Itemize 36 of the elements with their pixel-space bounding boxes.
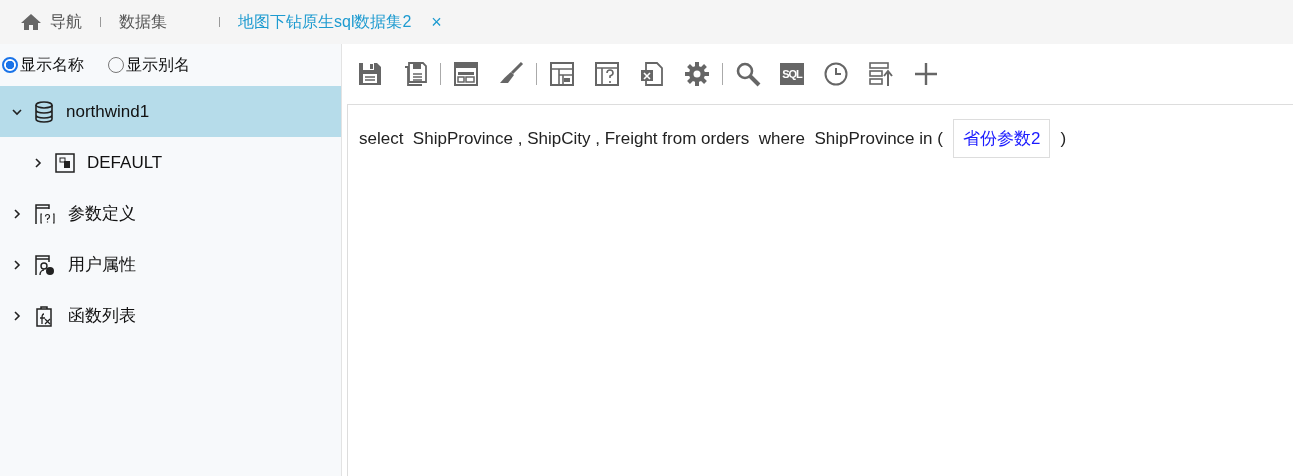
parameter-tag[interactable]: 省份参数2 [952,119,1051,158]
radio-label[interactable]: 显示名称 [20,54,84,76]
table-icon[interactable] [549,61,575,87]
radio-label[interactable]: 显示别名 [126,54,190,76]
settings-icon[interactable] [684,61,710,87]
sql-button[interactable]: SQL [780,63,804,85]
add-icon[interactable] [913,61,939,87]
home-tab[interactable]: 导航 [50,11,82,33]
parameter-icon [34,202,56,225]
stack-icon[interactable] [868,61,894,87]
chevron-right-icon[interactable] [33,157,43,168]
clock-icon[interactable] [823,61,849,87]
grid-icon [55,152,75,173]
chevron-right-icon[interactable] [12,208,22,219]
tree-item-label[interactable]: northwind1 [66,101,150,122]
excel-icon[interactable] [639,61,665,87]
tree-item[interactable]: northwind1 [0,86,341,137]
tree-item-label[interactable]: 用户属性 [68,253,136,276]
layout-icon[interactable] [453,61,479,87]
save-icon[interactable] [357,61,383,87]
home-icon [20,13,42,31]
radio-button[interactable] [2,57,18,73]
sql-text: select ShipProvince , ShipCity , Freight from orders where ShipProvince in ( [359,128,943,149]
tab[interactable]: 数据集 [119,11,167,33]
parameter-icon[interactable] [594,61,620,87]
tree-item-label[interactable]: DEFAULT [87,152,163,173]
database-icon [34,100,54,123]
sql-text: ) [1060,128,1067,149]
chevron-down-icon[interactable] [12,106,22,117]
chevron-right-icon[interactable] [12,259,22,270]
tree-item-label[interactable]: 函数列表 [68,304,136,327]
chevron-right-icon[interactable] [12,310,22,321]
save-as-icon[interactable] [402,61,428,87]
search-icon[interactable] [735,61,761,87]
user-info-icon [34,253,56,276]
tree-item-label[interactable]: 参数定义 [68,202,136,225]
